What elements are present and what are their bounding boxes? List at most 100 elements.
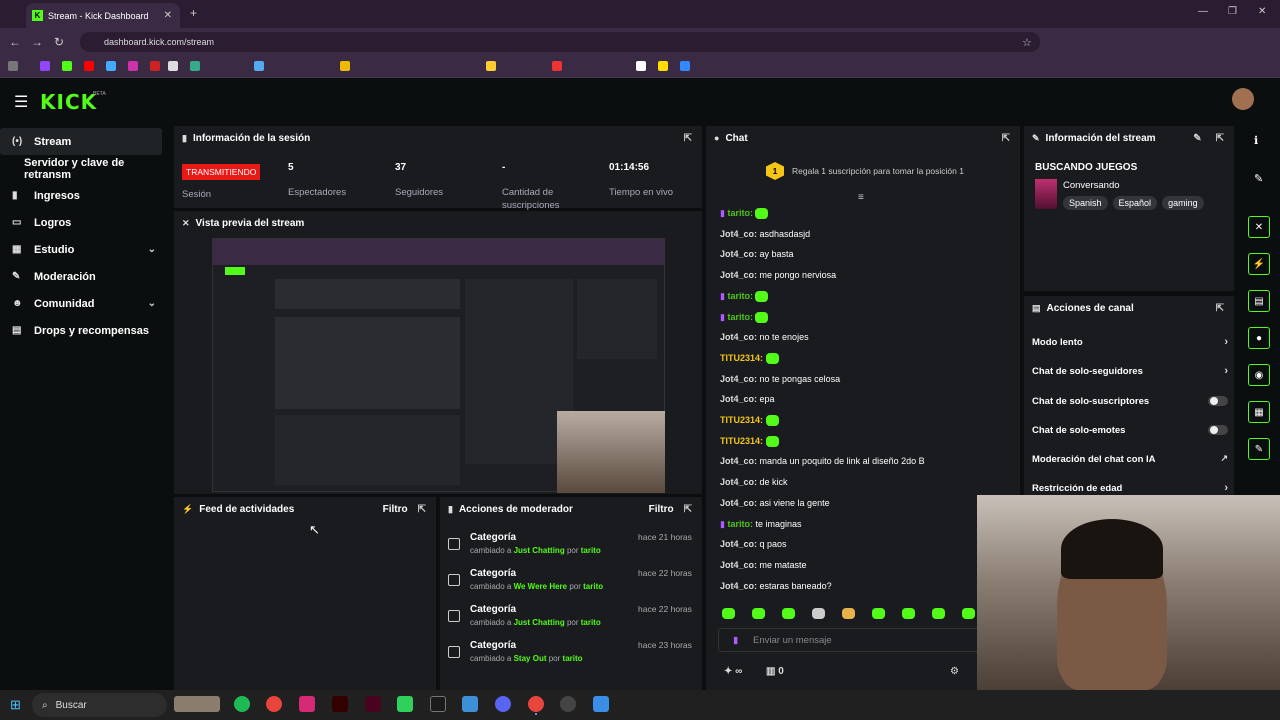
pinned-toggle-icon[interactable]: ≡	[858, 192, 864, 203]
emote-icon[interactable]	[722, 608, 735, 619]
chat-username[interactable]: Jot4_co:	[720, 374, 757, 384]
bookmark-icon[interactable]	[62, 61, 72, 71]
sidebar-item-estudio[interactable]: ▦ Estudio ⌄	[0, 236, 170, 263]
bookmark-icon[interactable]	[128, 61, 138, 71]
chat-username[interactable]: Jot4_co:	[720, 332, 757, 342]
channel-action-age-restriction[interactable]: Restricción de edad ›	[1032, 482, 1228, 494]
chat-footer-stat[interactable]: ▥ 0	[766, 666, 784, 677]
action-user[interactable]: tarito	[563, 654, 583, 663]
chat-input[interactable]: ▮ Enviar un mensaje	[718, 628, 1014, 652]
kick-logo[interactable]: KICK	[40, 90, 97, 114]
sidebar-item-stream[interactable]: (•) Stream	[0, 128, 162, 155]
chat-username[interactable]: tarito:	[727, 312, 753, 322]
chat-username[interactable]: Jot4_co:	[720, 498, 757, 508]
action-user[interactable]: tarito	[581, 546, 601, 555]
chrome-icon[interactable]	[266, 696, 282, 712]
emote-icon[interactable]	[902, 608, 915, 619]
url-field[interactable]: dashboard.kick.com/stream	[80, 32, 1040, 52]
reload-icon[interactable]: ↻	[48, 35, 70, 49]
sidebar-item-moderacion[interactable]: ✎ Moderación	[0, 263, 170, 290]
illustrator-icon[interactable]	[332, 696, 348, 712]
capcut-icon[interactable]	[430, 696, 446, 712]
obs-icon[interactable]	[560, 696, 576, 712]
menu-icon[interactable]: ☰	[14, 92, 28, 112]
minimize-icon[interactable]: —	[1198, 6, 1208, 17]
broadcast-icon[interactable]: ◉	[1248, 364, 1270, 386]
chat-username[interactable]: Jot4_co:	[720, 456, 757, 466]
mic-icon[interactable]: ▮	[733, 635, 738, 646]
gift-sub-banner[interactable]: 1 Regala 1 suscripción para tomar la pos…	[766, 162, 964, 180]
browser-tab[interactable]: K Stream - Kick Dashboard ✕	[26, 3, 180, 28]
emote-icon[interactable]	[932, 608, 945, 619]
emote-icon[interactable]	[782, 608, 795, 619]
emote-icon[interactable]	[962, 608, 975, 619]
popout-icon[interactable]: ⇱	[684, 133, 692, 144]
discord-icon[interactable]	[495, 696, 511, 712]
bookmark-icon[interactable]	[168, 61, 178, 71]
document-icon[interactable]: ▤	[1248, 290, 1270, 312]
gear-icon[interactable]: ⚙	[950, 666, 959, 677]
edit-icon[interactable]: ✎	[1193, 133, 1201, 144]
sidebar-item-server-key[interactable]: Servidor y clave de retransm	[0, 155, 170, 182]
sidebar-item-ingresos[interactable]: ▮ Ingresos	[0, 182, 170, 209]
chat-username[interactable]: Jot4_co:	[720, 539, 757, 549]
maximize-icon[interactable]: ❐	[1228, 6, 1237, 17]
toggle-switch[interactable]	[1208, 425, 1228, 435]
sidebar-item-logros[interactable]: ▭ Logros	[0, 209, 170, 236]
emote-icon[interactable]	[872, 608, 885, 619]
filter-button[interactable]: Filtro	[649, 504, 674, 515]
chat-footer-stat[interactable]: ✦ ∞	[724, 666, 742, 677]
chat-username[interactable]: tarito:	[727, 519, 753, 529]
bookmark-icon[interactable]	[658, 61, 668, 71]
storage-icon[interactable]: ▦	[1248, 401, 1270, 423]
wrench-icon[interactable]: ✎	[1248, 438, 1270, 460]
bookmark-icon[interactable]	[254, 61, 264, 71]
apps-icon[interactable]	[8, 61, 18, 71]
action-user[interactable]: tarito	[581, 618, 601, 627]
instagram-icon[interactable]	[299, 696, 315, 712]
bookmark-icon[interactable]	[40, 61, 50, 71]
chrome-active-icon[interactable]	[528, 696, 544, 712]
channel-action-followers-only[interactable]: Chat de solo-seguidores ›	[1032, 365, 1228, 377]
close-window-icon[interactable]: ✕	[1258, 6, 1266, 17]
weather-widget-icon[interactable]	[174, 696, 220, 712]
taskbar-search[interactable]: ⌕ Buscar	[32, 693, 167, 717]
bookmark-icon[interactable]	[340, 61, 350, 71]
app-icon[interactable]	[397, 696, 413, 712]
forward-icon[interactable]: →	[26, 35, 48, 49]
chat-username[interactable]: TITU2314:	[720, 353, 763, 363]
bookmark-icon[interactable]	[486, 61, 496, 71]
chat-username[interactable]: Jot4_co:	[720, 249, 757, 259]
bookmark-icon[interactable]	[150, 61, 160, 71]
popout-icon[interactable]: ⇱	[1002, 133, 1010, 144]
bolt-icon[interactable]: ⚡	[1248, 253, 1270, 275]
stream-preview-video[interactable]	[212, 238, 665, 493]
sidebar-item-drops[interactable]: ▤ Drops y recompensas	[0, 317, 170, 344]
emote-icon[interactable]	[752, 608, 765, 619]
chat-username[interactable]: TITU2314:	[720, 436, 763, 446]
emote-icon[interactable]	[842, 608, 855, 619]
emote-icon[interactable]	[812, 608, 825, 619]
action-user[interactable]: tarito	[583, 582, 603, 591]
popout-icon[interactable]: ⇱	[418, 504, 426, 515]
chat-icon[interactable]: ●	[1248, 327, 1270, 349]
avatar[interactable]	[1232, 88, 1254, 110]
app-icon[interactable]	[593, 696, 609, 712]
bookmark-icon[interactable]	[552, 61, 562, 71]
filter-button[interactable]: Filtro	[383, 504, 408, 515]
shortcut-icon[interactable]: ✕	[1248, 216, 1270, 238]
bookmark-icon[interactable]	[84, 61, 94, 71]
bookmark-star-icon[interactable]: ☆	[1022, 36, 1032, 49]
chat-username[interactable]: Jot4_co:	[720, 229, 757, 239]
new-tab-icon[interactable]: +	[190, 6, 197, 20]
chat-username[interactable]: Jot4_co:	[720, 394, 757, 404]
bookmark-icon[interactable]	[680, 61, 690, 71]
info-icon[interactable]: ℹ	[1254, 134, 1258, 147]
popout-icon[interactable]: ⇱	[1216, 133, 1224, 144]
popout-icon[interactable]: ⇱	[684, 504, 692, 515]
windows-start-icon[interactable]: ⊞	[10, 697, 21, 713]
chat-username[interactable]: Jot4_co:	[720, 270, 757, 280]
channel-action-slow-mode[interactable]: Modo lento ›	[1032, 336, 1228, 348]
file-explorer-icon[interactable]	[462, 696, 478, 712]
chat-username[interactable]: Jot4_co:	[720, 560, 757, 570]
